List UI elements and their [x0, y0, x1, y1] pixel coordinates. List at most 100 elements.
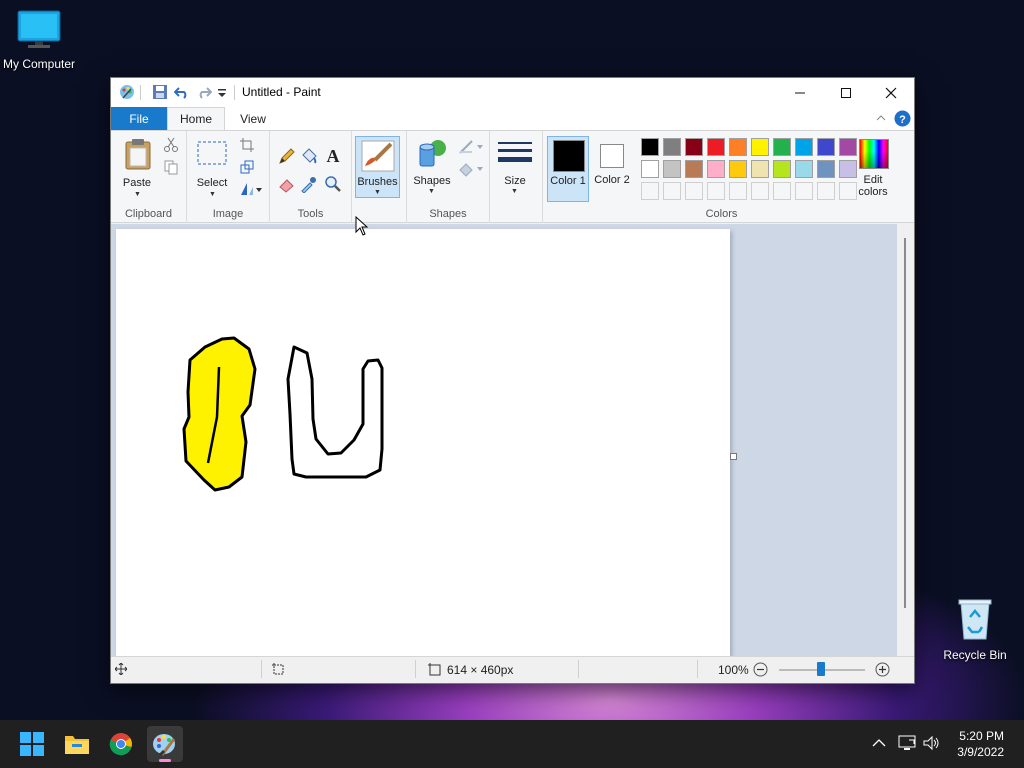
group-brushes: Brushes ▼ [352, 131, 406, 223]
size-button[interactable]: Size ▼ [494, 136, 536, 198]
pencil-icon[interactable] [278, 147, 296, 165]
maximize-icon [841, 87, 851, 98]
taskbar: 5:20 PM 3/9/2022 [0, 720, 1024, 768]
color-swatch-8[interactable] [795, 138, 813, 156]
customize-qat-icon[interactable] [217, 84, 227, 100]
start-button[interactable] [16, 728, 48, 760]
color-swatch-19[interactable] [817, 160, 835, 178]
start-icon [20, 732, 44, 756]
system-clock[interactable]: 5:20 PM 3/9/2022 [957, 728, 1004, 760]
line-size-icon [498, 142, 532, 162]
rotate-icon[interactable] [239, 181, 263, 197]
close-button[interactable] [868, 78, 914, 107]
tab-home[interactable]: Home [167, 107, 225, 130]
color-swatch-9[interactable] [817, 138, 835, 156]
canvas-resize-handle[interactable] [730, 453, 737, 460]
outline-icon[interactable] [458, 139, 484, 155]
scrollbar-thumb[interactable] [904, 238, 906, 608]
save-icon[interactable] [152, 84, 168, 100]
network-icon[interactable] [898, 734, 916, 752]
show-hidden-icons-icon[interactable] [872, 738, 886, 748]
volume-icon[interactable] [922, 734, 940, 752]
custom-color-slot-8[interactable] [795, 182, 813, 200]
select-button[interactable]: Select ▼ [192, 135, 232, 201]
tab-view[interactable]: View [229, 107, 277, 130]
text-icon[interactable]: A [324, 146, 342, 164]
ribbon-tabs: File Home View ? [111, 107, 914, 130]
color-swatch-7[interactable] [773, 138, 791, 156]
magnifier-icon[interactable] [324, 175, 342, 193]
color-swatch-1[interactable] [641, 138, 659, 156]
custom-color-slot-2[interactable] [663, 182, 681, 200]
color-swatch-14[interactable] [707, 160, 725, 178]
color-swatch-12[interactable] [663, 160, 681, 178]
color-swatch-13[interactable] [685, 160, 703, 178]
group-size: Size ▼ [490, 131, 542, 223]
custom-color-slot-6[interactable] [751, 182, 769, 200]
custom-color-slot-4[interactable] [707, 182, 725, 200]
my-computer-label: My Computer [2, 57, 76, 71]
collapse-ribbon-icon[interactable] [876, 114, 886, 122]
zoom-in-icon[interactable] [875, 662, 890, 677]
color-swatch-18[interactable] [795, 160, 813, 178]
redo-icon[interactable] [196, 84, 212, 100]
paste-icon [125, 139, 151, 170]
color1-button[interactable]: Color 1 [547, 136, 589, 202]
desktop-icon-recycle-bin[interactable]: Recycle Bin [940, 597, 1010, 662]
taskbar-file-explorer[interactable] [61, 728, 93, 760]
paste-button[interactable]: Paste ▼ [117, 135, 157, 201]
taskbar-paint[interactable] [147, 726, 183, 762]
svg-text:?: ? [899, 114, 906, 126]
custom-color-slot-7[interactable] [773, 182, 791, 200]
resize-icon[interactable] [239, 159, 255, 175]
brushes-button[interactable]: Brushes ▼ [355, 136, 400, 198]
color2-button[interactable]: Color 2 [591, 136, 633, 202]
copy-icon[interactable] [163, 159, 179, 175]
shapes-label: Shapes [413, 175, 451, 187]
group-colors: Color 1 Color 2 Edit colors Colors [542, 131, 900, 223]
zoom-out-icon[interactable] [753, 662, 768, 677]
brushes-dropdown-icon: ▼ [374, 189, 381, 196]
color-swatch-5[interactable] [729, 138, 747, 156]
custom-color-slot-1[interactable] [641, 182, 659, 200]
colors-group-label: Colors [705, 208, 738, 220]
maximize-button[interactable] [823, 78, 869, 107]
minimize-button[interactable] [777, 78, 823, 107]
color-swatch-3[interactable] [685, 138, 703, 156]
crop-icon[interactable] [239, 137, 255, 153]
fill-icon[interactable] [458, 161, 484, 177]
cursor-position-icon [115, 663, 127, 675]
desktop-icon-my-computer[interactable]: My Computer [0, 10, 78, 71]
edit-colors-button[interactable]: Edit colors [853, 136, 893, 202]
tab-file[interactable]: File [111, 107, 167, 130]
canvas-drawing [182, 336, 384, 492]
taskbar-chrome[interactable] [105, 728, 137, 760]
color-picker-icon[interactable] [300, 175, 318, 193]
custom-color-slot-3[interactable] [685, 182, 703, 200]
fill-bucket-icon[interactable] [300, 147, 318, 165]
zoom-slider-thumb[interactable] [817, 662, 825, 676]
paint-app-icon[interactable] [119, 84, 135, 100]
color-swatch-15[interactable] [729, 160, 747, 178]
group-shapes: Shapes ▼ Shapes [406, 131, 490, 223]
help-icon[interactable]: ? [894, 110, 911, 127]
cut-icon[interactable] [163, 137, 179, 153]
color-swatch-16[interactable] [751, 160, 769, 178]
custom-color-slot-9[interactable] [817, 182, 835, 200]
undo-icon[interactable] [174, 84, 190, 100]
eraser-icon[interactable] [278, 175, 296, 193]
svg-text:A: A [327, 146, 340, 164]
color-swatch-6[interactable] [751, 138, 769, 156]
color-swatch-11[interactable] [641, 160, 659, 178]
custom-color-slot-5[interactable] [729, 182, 747, 200]
vertical-scrollbar[interactable] [897, 224, 914, 656]
color-swatch-17[interactable] [773, 160, 791, 178]
yellow-s-shape [182, 336, 257, 492]
paste-dropdown-icon: ▼ [134, 191, 141, 198]
color-swatch-4[interactable] [707, 138, 725, 156]
shapes-button[interactable]: Shapes ▼ [410, 136, 454, 198]
chrome-icon [109, 733, 132, 756]
drawing-canvas[interactable] [116, 229, 730, 656]
color-swatch-2[interactable] [663, 138, 681, 156]
canvas-area [111, 224, 914, 656]
